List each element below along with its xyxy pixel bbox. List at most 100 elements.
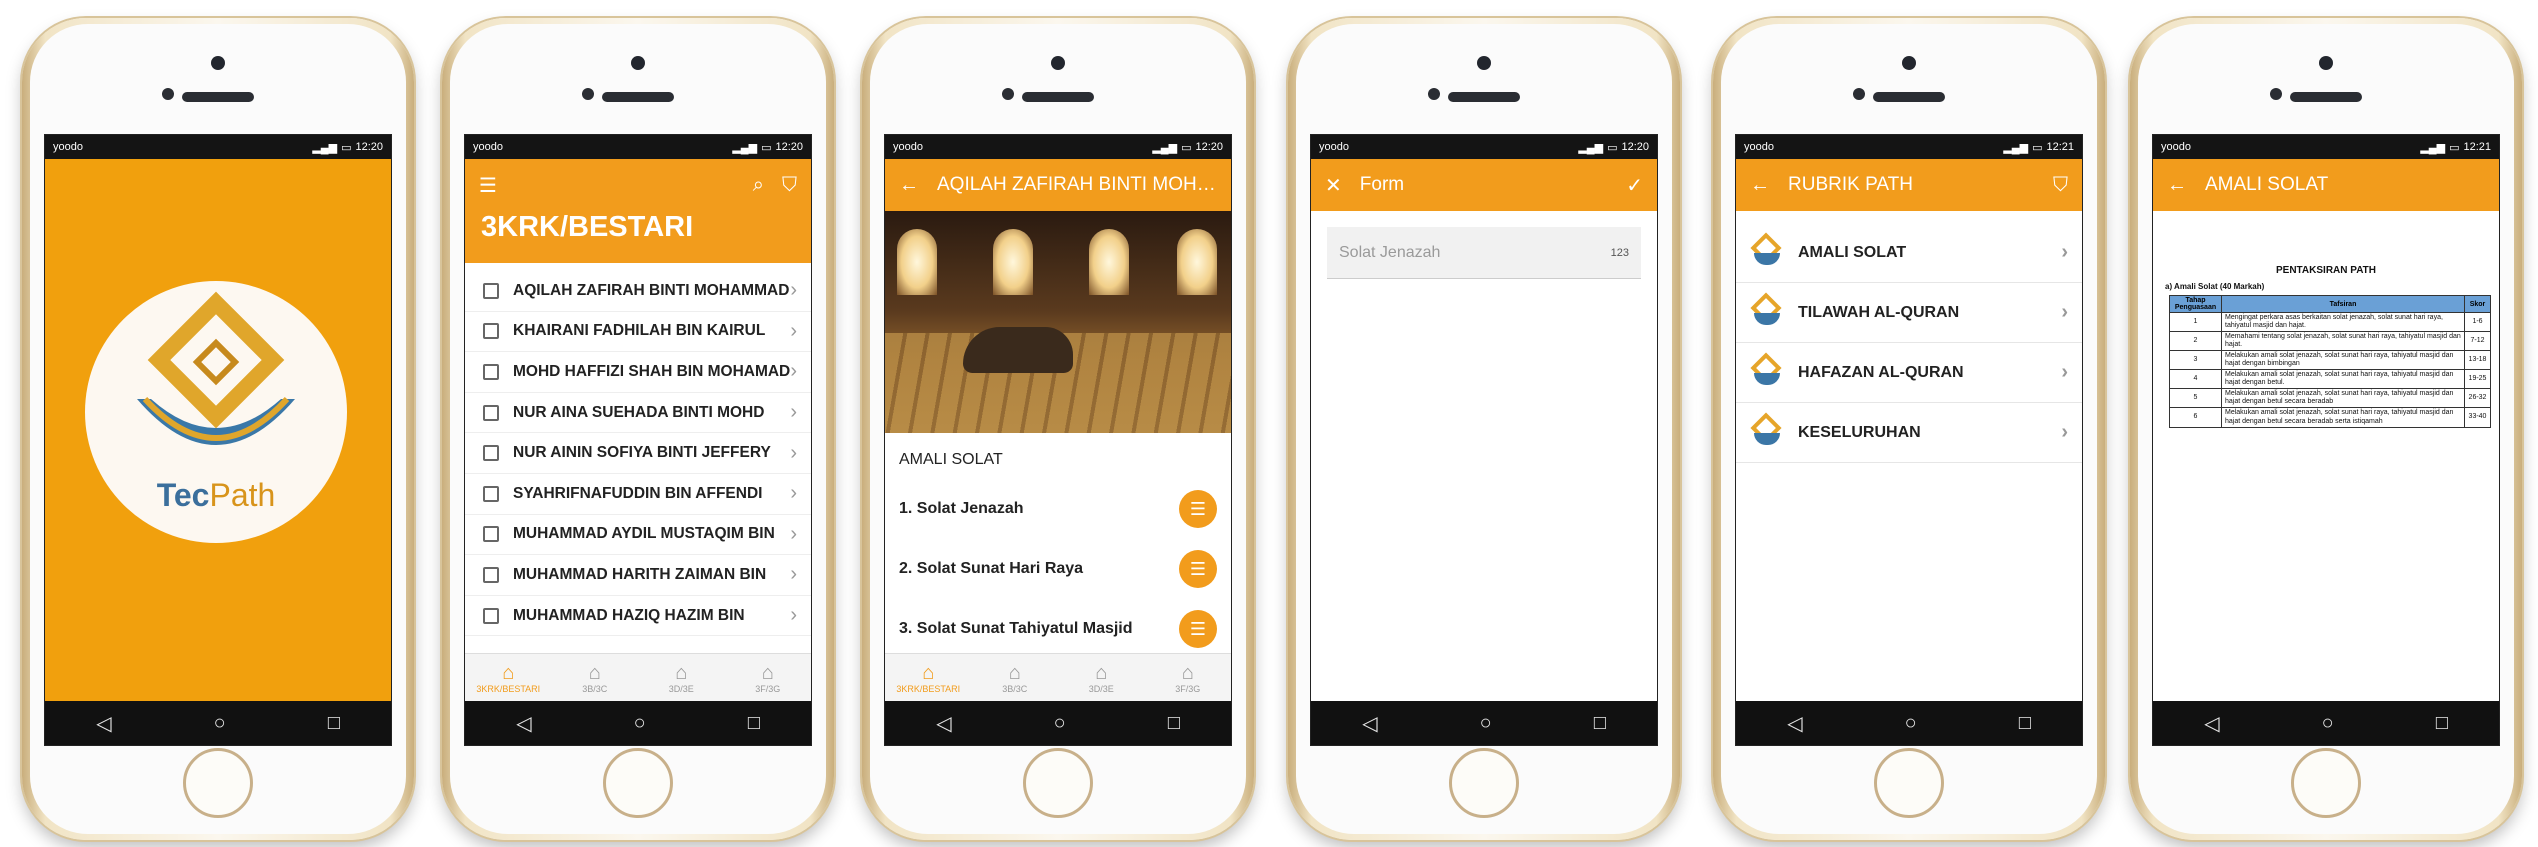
phone-class-list: yoodo ▂▄▆ ▭ 12:20 ☰ ⌕ ⛉ 3KRK/BESTARI AQILA… bbox=[442, 18, 834, 840]
battery-icon: ▭ bbox=[1607, 141, 1618, 154]
android-nav-bar: ◁ ○ □ bbox=[2153, 701, 2499, 745]
chevron-right-icon: › bbox=[790, 604, 797, 627]
step-item[interactable]: 1. Solat Jenazah ☰ bbox=[885, 479, 1231, 539]
checkbox[interactable] bbox=[483, 282, 499, 299]
filter-icon[interactable]: ⛉ bbox=[782, 174, 797, 197]
home-button[interactable] bbox=[1449, 748, 1519, 818]
home-nav-icon[interactable]: ○ bbox=[1054, 712, 1066, 735]
back-arrow-icon[interactable]: ← bbox=[2167, 174, 2187, 197]
sensor bbox=[1428, 88, 1440, 100]
back-nav-icon[interactable]: ◁ bbox=[1362, 711, 1377, 736]
back-nav-icon[interactable]: ◁ bbox=[2204, 711, 2219, 736]
search-icon[interactable]: ⌕ bbox=[753, 174, 764, 197]
list-item[interactable]: MUHAMMAD AYDIL MUSTAQIM BIN › bbox=[465, 515, 811, 556]
form-text-field[interactable]: Solat Jenazah 123 bbox=[1327, 227, 1641, 279]
list-item[interactable]: KESELURUHAN › bbox=[1736, 403, 2082, 463]
home-nav-icon[interactable]: ○ bbox=[1905, 712, 1917, 735]
screen: yoodo ▂▄▆ ▭ 12:20 ☰ ⌕ ⛉ 3KRK/BESTARI AQILA… bbox=[464, 134, 812, 746]
list-item[interactable]: AQILAH ZAFIRAH BINTI MOHAMMAD › bbox=[465, 271, 811, 312]
tab-3b-3c[interactable]: ⌂ 3B/3C bbox=[552, 654, 639, 701]
score-cell: 7-12 bbox=[2464, 331, 2491, 352]
home-button[interactable] bbox=[183, 748, 253, 818]
table-row: 2 Memahami tentang solat jenazah, solat s… bbox=[2169, 331, 2491, 352]
item-label: HAFAZAN AL-QURAN bbox=[1798, 363, 1964, 381]
checkbox[interactable] bbox=[483, 404, 499, 421]
list-item[interactable]: SYAHRIFNAFUDDIN BIN AFFENDI › bbox=[465, 474, 811, 515]
checkbox[interactable] bbox=[483, 526, 499, 543]
list-item[interactable]: AMALI SOLAT › bbox=[1736, 223, 2082, 283]
home-nav-icon[interactable]: ○ bbox=[634, 712, 646, 735]
checkbox[interactable] bbox=[483, 445, 499, 462]
list-icon[interactable]: ☰ bbox=[1179, 610, 1217, 648]
recents-nav-icon[interactable]: □ bbox=[328, 712, 340, 735]
recents-nav-icon[interactable]: □ bbox=[1168, 712, 1180, 735]
filter-icon[interactable]: ⛉ bbox=[2053, 174, 2068, 197]
recents-nav-icon[interactable]: □ bbox=[748, 712, 760, 735]
home-nav-icon[interactable]: ○ bbox=[214, 712, 226, 735]
list-item[interactable]: MUHAMMAD HAZIQ HAZIM BIN › bbox=[465, 596, 811, 637]
carrier-label: yoodo bbox=[1744, 141, 1774, 153]
step-item[interactable]: 2. Solat Sunat Hari Raya ☰ bbox=[885, 539, 1231, 599]
back-nav-icon[interactable]: ◁ bbox=[516, 711, 531, 736]
home-button[interactable] bbox=[1023, 748, 1093, 818]
score-cell: 13-18 bbox=[2464, 350, 2491, 371]
list-item[interactable]: KHAIRANI FADHILAH BIN KAIRUL › bbox=[465, 312, 811, 353]
header: ☰ ⌕ ⛉ 3KRK/BESTARI bbox=[465, 159, 811, 263]
checkbox[interactable] bbox=[483, 607, 499, 624]
chevron-right-icon: › bbox=[790, 360, 797, 383]
step-item[interactable]: 3. Solat Sunat Tahiyatul Masjid ☰ bbox=[885, 599, 1231, 659]
recents-nav-icon[interactable]: □ bbox=[2436, 712, 2448, 735]
tab-3f-3g[interactable]: ⌂ 3F/3G bbox=[725, 654, 812, 701]
checkbox[interactable] bbox=[483, 485, 499, 502]
list-item[interactable]: MOHD HAFFIZI SHAH BIN MOHAMAD › bbox=[465, 352, 811, 393]
earpiece-speaker bbox=[1873, 92, 1945, 102]
recents-nav-icon[interactable]: □ bbox=[2019, 712, 2031, 735]
list-item[interactable]: TILAWAH AL-QURAN › bbox=[1736, 283, 2082, 343]
list-item[interactable]: NUR AINA SUEHADA BINTI MOHD › bbox=[465, 393, 811, 434]
mosque-window bbox=[1089, 229, 1129, 295]
tab-3krk-bestari[interactable]: ⌂ 3KRK/BESTARI bbox=[885, 654, 972, 701]
check-icon[interactable]: ✓ bbox=[1626, 173, 1643, 198]
tab-3b-3c[interactable]: ⌂ 3B/3C bbox=[972, 654, 1059, 701]
list-item[interactable]: NUR AININ SOFIYA BINTI JEFFERY › bbox=[465, 433, 811, 474]
list-icon[interactable]: ☰ bbox=[1179, 550, 1217, 588]
home-nav-icon[interactable]: ○ bbox=[2322, 712, 2334, 735]
front-camera bbox=[631, 56, 645, 70]
list-icon[interactable]: ☰ bbox=[1179, 490, 1217, 528]
signal-icon: ▂▄▆ bbox=[2003, 141, 2029, 154]
home-button[interactable] bbox=[603, 748, 673, 818]
score-cell: 33-40 bbox=[2464, 407, 2491, 428]
back-nav-icon[interactable]: ◁ bbox=[1787, 711, 1802, 736]
tab-label: 3D/3E bbox=[1088, 683, 1114, 694]
tab-3d-3e[interactable]: ⌂ 3D/3E bbox=[638, 654, 725, 701]
home-button[interactable] bbox=[2291, 748, 2361, 818]
screen: yoodo ▂▄▆ ▭ 12:20 ← AQILAH ZAFIRAH BINTI M… bbox=[884, 134, 1232, 746]
clock: 12:20 bbox=[355, 141, 383, 153]
recents-nav-icon[interactable]: □ bbox=[1594, 712, 1606, 735]
app-bar: ✕ Form ✓ bbox=[1311, 159, 1657, 211]
home-nav-icon[interactable]: ○ bbox=[1480, 712, 1492, 735]
back-arrow-icon[interactable]: ← bbox=[1750, 174, 1770, 197]
home-button[interactable] bbox=[1874, 748, 1944, 818]
checkbox[interactable] bbox=[483, 566, 499, 583]
back-nav-icon[interactable]: ◁ bbox=[96, 711, 111, 736]
tab-3krk-bestari[interactable]: ⌂ 3KRK/BESTARI bbox=[465, 654, 552, 701]
checkbox[interactable] bbox=[483, 323, 499, 340]
phone-amali-solat: yoodo ▂▄▆ ▭ 12:21 ← AMALI SOLAT PENTAKSIRA… bbox=[2130, 18, 2522, 840]
back-arrow-icon[interactable]: ← bbox=[899, 174, 919, 197]
tab-label: 3F/3G bbox=[755, 683, 781, 694]
back-nav-icon[interactable]: ◁ bbox=[936, 711, 951, 736]
list-item[interactable]: MUHAMMAD HARITH ZAIMAN BIN › bbox=[465, 555, 811, 596]
menu-icon[interactable]: ☰ bbox=[479, 173, 497, 198]
chevron-right-icon: › bbox=[790, 401, 797, 424]
front-camera bbox=[2319, 56, 2333, 70]
close-icon[interactable]: ✕ bbox=[1325, 173, 1342, 198]
status-bar: yoodo ▂▄▆ ▭ 12:20 bbox=[465, 135, 811, 159]
tab-3d-3e[interactable]: ⌂ 3D/3E bbox=[1058, 654, 1145, 701]
list-item[interactable]: HAFAZAN AL-QURAN › bbox=[1736, 343, 2082, 403]
clock: 12:20 bbox=[1621, 141, 1649, 153]
checkbox[interactable] bbox=[483, 363, 499, 380]
tab-3f-3g[interactable]: ⌂ 3F/3G bbox=[1145, 654, 1232, 701]
clock: 12:21 bbox=[2463, 141, 2491, 153]
sensor bbox=[162, 88, 174, 100]
